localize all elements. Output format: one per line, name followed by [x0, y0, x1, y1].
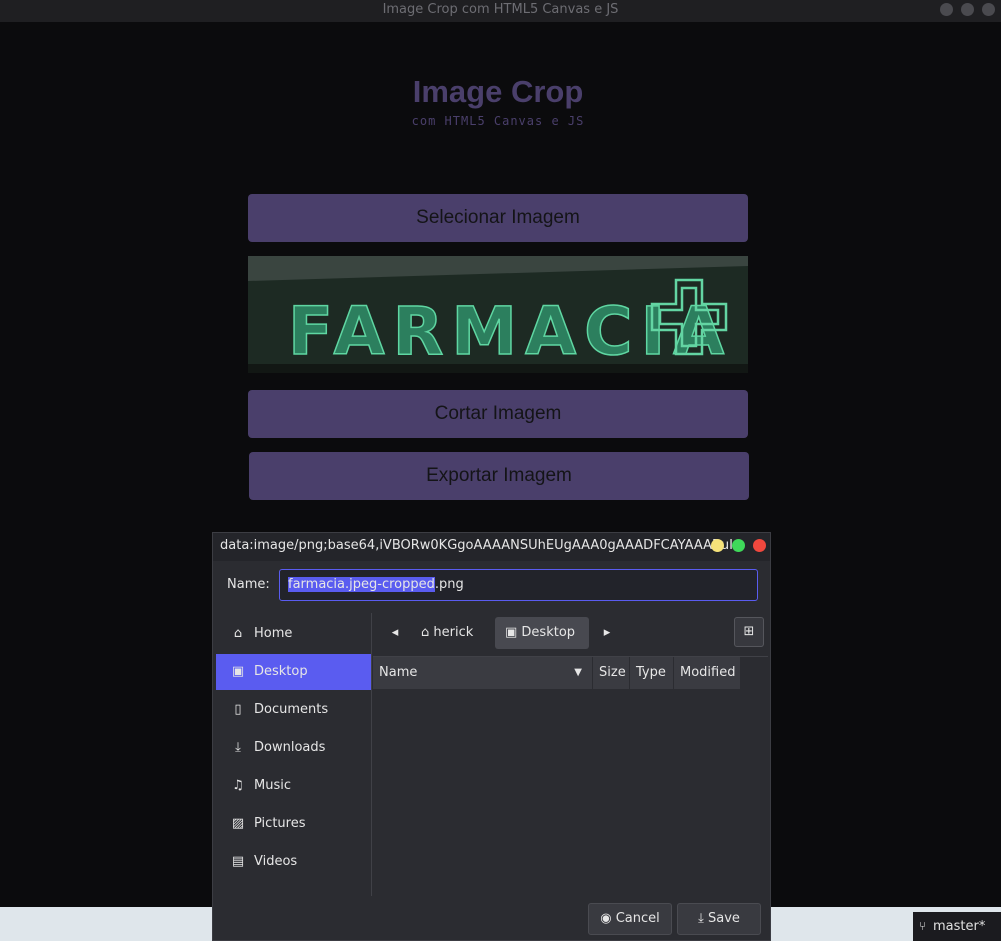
sidebar-item-pictures[interactable]: ▨ Pictures [216, 806, 371, 842]
filename-selected-text: farmacia.jpeg-cropped [288, 577, 435, 592]
path-bar: ◂ ⌂ herick ▣ Desktop ▸ ⊞ [373, 613, 769, 657]
home-icon: ⌂ [233, 626, 243, 641]
document-icon: ▯ [234, 702, 242, 717]
filename-extension: .png [434, 577, 464, 592]
sort-down-icon: ▼ [574, 667, 582, 678]
sidebar-item-label: Music [254, 778, 291, 793]
column-name[interactable]: Name ▼ [373, 657, 593, 689]
desktop-icon: ▣ [505, 625, 522, 640]
git-branch-status[interactable]: ⑂ master* [913, 912, 1001, 941]
window-controls [940, 3, 995, 16]
git-branch-icon: ⑂ [919, 919, 927, 933]
download-icon: ⤓ [235, 740, 241, 755]
window-titlebar: Image Crop com HTML5 Canvas e JS [0, 0, 1001, 22]
folder-icon: ▭ [230, 882, 246, 896]
window-title: Image Crop com HTML5 Canvas e JS [382, 2, 619, 17]
dialog-maximize-button[interactable] [732, 539, 745, 552]
sidebar-item-downloads[interactable]: ⤓ Downloads [216, 730, 371, 766]
path-crumb-parent[interactable]: ⌂ herick [413, 617, 489, 649]
save-file-dialog: data:image/png;base64,iVBORw0KGgoAAAANSU… [212, 532, 771, 941]
chevron-right-icon: ▸ [603, 625, 611, 640]
picture-icon: ▨ [231, 816, 245, 831]
dialog-minimize-button[interactable] [711, 539, 724, 552]
cancel-label: Cancel [615, 911, 660, 926]
file-list[interactable] [373, 689, 768, 897]
sidebar-item-clipped[interactable]: ▭ [216, 882, 371, 896]
image-preview: FARMACIA [248, 256, 748, 373]
sidebar-item-label: Desktop [254, 664, 308, 679]
column-type[interactable]: Type [630, 657, 674, 689]
dialog-titlebar: data:image/png;base64,iVBORw0KGgoAAAANSU… [213, 533, 770, 561]
sidebar-item-label: Pictures [254, 816, 306, 831]
filename-row: Name: farmacia.jpeg-cropped.png [213, 561, 770, 609]
select-image-button[interactable]: Selecionar Imagem [248, 194, 748, 242]
desktop-icon: ▣ [231, 664, 245, 679]
places-sidebar: ⌂ Home ▣ Desktop ▯ Documents ⤓ Downloads… [216, 613, 372, 896]
path-crumb-current[interactable]: ▣ Desktop [495, 617, 589, 649]
sidebar-item-label: Videos [254, 854, 298, 869]
page-title: Image Crop [412, 74, 584, 109]
sidebar-item-documents[interactable]: ▯ Documents [216, 692, 371, 728]
sidebar-item-desktop[interactable]: ▣ Desktop [216, 654, 371, 690]
save-icon: ⤓ [698, 911, 708, 926]
window-maximize-button[interactable] [961, 3, 974, 16]
export-image-button[interactable]: Exportar Imagem [249, 452, 749, 500]
video-icon: ▤ [231, 854, 245, 869]
home-icon: ⌂ [421, 625, 434, 640]
column-size[interactable]: Size [593, 657, 630, 689]
git-branch-label: master* [933, 919, 986, 934]
save-button[interactable]: ⤓ Save [677, 903, 761, 935]
filename-label: Name: [227, 577, 270, 592]
path-crumb-label: herick [433, 625, 474, 640]
dialog-window-controls [711, 539, 766, 552]
column-modified[interactable]: Modified [674, 657, 741, 689]
sidebar-item-videos[interactable]: ▤ Videos [216, 844, 371, 880]
dialog-title: data:image/png;base64,iVBORw0KGgoAAAANSU… [220, 538, 746, 553]
sidebar-item-label: Documents [254, 702, 329, 717]
save-label: Save [707, 911, 740, 926]
cancel-icon: ◉ [600, 911, 616, 926]
path-crumb-label: Desktop [521, 625, 576, 640]
music-icon: ♫ [232, 778, 244, 793]
dialog-footer: ◉ Cancel ⤓ Save [213, 901, 770, 941]
pharmacy-sign-image: FARMACIA [248, 256, 748, 373]
sidebar-item-label: Home [254, 626, 293, 641]
cancel-button[interactable]: ◉ Cancel [588, 903, 672, 935]
sidebar-item-label: Downloads [254, 740, 326, 755]
page-subtitle: com HTML5 Canvas e JS [411, 114, 585, 128]
sidebar-item-home[interactable]: ⌂ Home [216, 616, 371, 652]
path-forward-button[interactable]: ▸ [597, 617, 617, 649]
chevron-left-icon: ◂ [391, 625, 399, 640]
new-folder-icon: ⊞ [743, 624, 755, 639]
new-folder-button[interactable]: ⊞ [734, 617, 764, 647]
column-name-label: Name [379, 665, 418, 680]
filename-input[interactable]: farmacia.jpeg-cropped.png [279, 569, 758, 601]
dialog-close-button[interactable] [753, 539, 766, 552]
path-back-button[interactable]: ◂ [385, 617, 405, 649]
sidebar-item-music[interactable]: ♫ Music [216, 768, 371, 804]
window-minimize-button[interactable] [940, 3, 953, 16]
file-list-header: Name ▼ Size Type Modified [373, 656, 768, 689]
window-close-button[interactable] [982, 3, 995, 16]
crop-image-button[interactable]: Cortar Imagem [248, 390, 748, 438]
